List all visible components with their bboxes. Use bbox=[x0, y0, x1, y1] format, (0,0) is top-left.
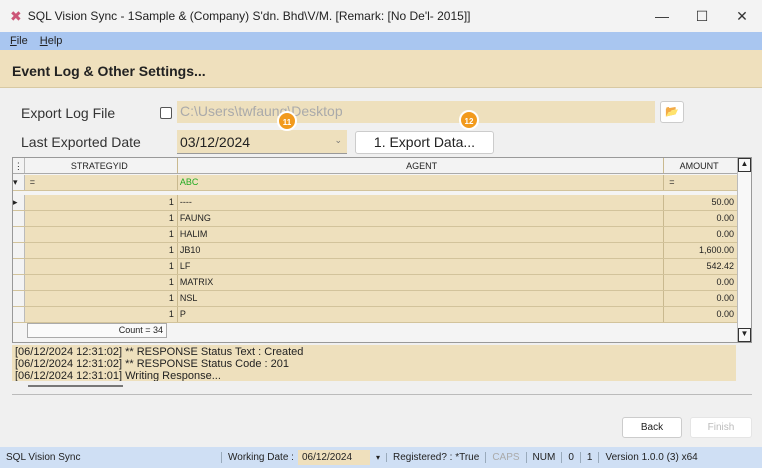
cell-strategyid[interactable]: 1 bbox=[25, 211, 178, 226]
cell-amount[interactable]: 0.00 bbox=[664, 227, 737, 242]
export-path-input[interactable]: C:\Users\twfaung\Desktop bbox=[177, 101, 655, 123]
row-indicator bbox=[13, 307, 25, 322]
close-button[interactable]: ✕ bbox=[722, 8, 762, 25]
row-indicator bbox=[13, 211, 25, 226]
filter-strategyid[interactable]: = bbox=[25, 175, 178, 190]
table-row[interactable]: 1 LF 542.42 bbox=[13, 259, 737, 275]
row-indicator bbox=[13, 275, 25, 290]
chevron-down-icon: ⌄ bbox=[334, 135, 342, 145]
status-registered: Registered? : *True bbox=[387, 452, 487, 463]
marker-12: 12 bbox=[459, 110, 479, 130]
cell-amount[interactable]: 0.00 bbox=[664, 307, 737, 322]
column-header-strategyid[interactable]: STRATEGYID bbox=[25, 158, 178, 173]
working-date-label: Working Date : bbox=[228, 452, 294, 463]
column-chooser-icon[interactable]: ⋮ bbox=[13, 158, 25, 173]
back-button[interactable]: Back bbox=[622, 417, 682, 438]
menu-help[interactable]: Help bbox=[40, 35, 63, 47]
working-date-dropdown-icon[interactable]: ▾ bbox=[370, 453, 387, 462]
status-app: SQL Vision Sync bbox=[0, 452, 222, 463]
scroll-up-icon[interactable]: ▲ bbox=[738, 158, 751, 172]
table-row[interactable]: 1 MATRIX 0.00 bbox=[13, 275, 737, 291]
cell-agent[interactable]: HALIM bbox=[178, 227, 665, 242]
cell-agent[interactable]: P bbox=[178, 307, 665, 322]
filter-agent[interactable]: ABC bbox=[178, 175, 665, 190]
menu-file[interactable]: File bbox=[10, 35, 28, 47]
row-indicator bbox=[13, 227, 25, 242]
status-0: 0 bbox=[562, 452, 581, 463]
last-exported-date-picker[interactable]: 03/12/2024 ⌄ bbox=[177, 130, 347, 154]
table-row[interactable]: 1 NSL 0.00 bbox=[13, 291, 737, 307]
cell-agent[interactable]: ---- bbox=[178, 195, 665, 210]
cell-amount[interactable]: 0.00 bbox=[664, 211, 737, 226]
row-indicator bbox=[13, 243, 25, 258]
last-exported-label: Last Exported Date bbox=[21, 134, 141, 150]
status-bar: SQL Vision Sync Working Date : 06/12/202… bbox=[0, 447, 762, 468]
cell-strategyid[interactable]: 1 bbox=[25, 275, 178, 290]
cell-agent[interactable]: MATRIX bbox=[178, 275, 665, 290]
table-row[interactable]: ▸ 1 ---- 50.00 bbox=[13, 195, 737, 211]
status-caps: CAPS bbox=[486, 452, 527, 463]
log-line: [06/12/2024 12:31:02] ** RESPONSE Status… bbox=[15, 358, 289, 370]
minimize-button[interactable]: — bbox=[642, 8, 682, 24]
cell-agent[interactable]: LF bbox=[178, 259, 665, 274]
log-line: [06/12/2024 12:31:01] Writing Response..… bbox=[15, 370, 221, 381]
column-header-amount[interactable]: AMOUNT bbox=[664, 158, 737, 173]
app-icon: ✖ bbox=[10, 7, 22, 24]
export-log-label: Export Log File bbox=[21, 105, 116, 121]
export-data-button[interactable]: 1. Export Data... bbox=[355, 131, 494, 154]
status-version: Version 1.0.0 (3) x64 bbox=[605, 452, 698, 463]
cell-amount[interactable]: 0.00 bbox=[664, 291, 737, 306]
filter-icon: ▾ bbox=[13, 175, 25, 190]
cell-agent[interactable]: NSL bbox=[178, 291, 665, 306]
cell-strategyid[interactable]: 1 bbox=[25, 307, 178, 322]
finish-button[interactable]: Finish bbox=[690, 417, 752, 438]
divider bbox=[12, 394, 752, 395]
window-title: SQL Vision Sync - 1Sample & (Company) S'… bbox=[27, 9, 471, 23]
cell-amount[interactable]: 1,600.00 bbox=[664, 243, 737, 258]
column-header-agent[interactable]: AGENT bbox=[178, 158, 665, 173]
cell-amount[interactable]: 0.00 bbox=[664, 275, 737, 290]
event-log[interactable]: [06/12/2024 12:31:02] ** RESPONSE Status… bbox=[12, 345, 736, 381]
cell-strategyid[interactable]: 1 bbox=[25, 291, 178, 306]
cell-amount[interactable]: 542.42 bbox=[664, 259, 737, 274]
table-row[interactable]: 1 HALIM 0.00 bbox=[13, 227, 737, 243]
scroll-down-icon[interactable]: ▼ bbox=[738, 328, 751, 342]
cell-strategyid[interactable]: 1 bbox=[25, 195, 178, 210]
working-date-value[interactable]: 06/12/2024 bbox=[297, 450, 370, 465]
data-grid[interactable]: ⋮ STRATEGYID AGENT AMOUNT ▾ = ABC = ▸ 1 --… bbox=[12, 157, 752, 343]
row-indicator bbox=[13, 259, 25, 274]
count-summary: Count = 34 bbox=[27, 323, 167, 338]
table-row[interactable]: 1 JB10 1,600.00 bbox=[13, 243, 737, 259]
table-row[interactable]: 1 P 0.00 bbox=[13, 307, 737, 323]
cell-amount[interactable]: 50.00 bbox=[664, 195, 737, 210]
maximize-button[interactable]: ☐ bbox=[682, 8, 722, 25]
log-horizontal-scrollbar[interactable] bbox=[28, 385, 123, 387]
table-row[interactable]: 1 FAUNG 0.00 bbox=[13, 211, 737, 227]
cell-strategyid[interactable]: 1 bbox=[25, 259, 178, 274]
status-1: 1 bbox=[581, 452, 600, 463]
log-line: [06/12/2024 12:31:02] ** RESPONSE Status… bbox=[15, 346, 304, 358]
export-log-checkbox[interactable] bbox=[160, 107, 172, 119]
cell-agent[interactable]: JB10 bbox=[178, 243, 665, 258]
page-title: Event Log & Other Settings... bbox=[0, 50, 762, 88]
vertical-scrollbar[interactable]: ▲ ▼ bbox=[737, 158, 751, 342]
row-indicator: ▸ bbox=[13, 195, 25, 210]
browse-folder-button[interactable]: 📂 bbox=[660, 101, 684, 123]
row-indicator bbox=[13, 291, 25, 306]
menu-bar: File Help bbox=[0, 32, 762, 50]
cell-strategyid[interactable]: 1 bbox=[25, 227, 178, 242]
marker-11: 11 bbox=[277, 111, 297, 131]
date-value: 03/12/2024 bbox=[180, 134, 251, 150]
cell-strategyid[interactable]: 1 bbox=[25, 243, 178, 258]
status-num: NUM bbox=[527, 452, 563, 463]
filter-amount[interactable]: = bbox=[664, 175, 737, 190]
cell-agent[interactable]: FAUNG bbox=[178, 211, 665, 226]
title-bar: ✖ SQL Vision Sync - 1Sample & (Company) … bbox=[0, 0, 762, 32]
